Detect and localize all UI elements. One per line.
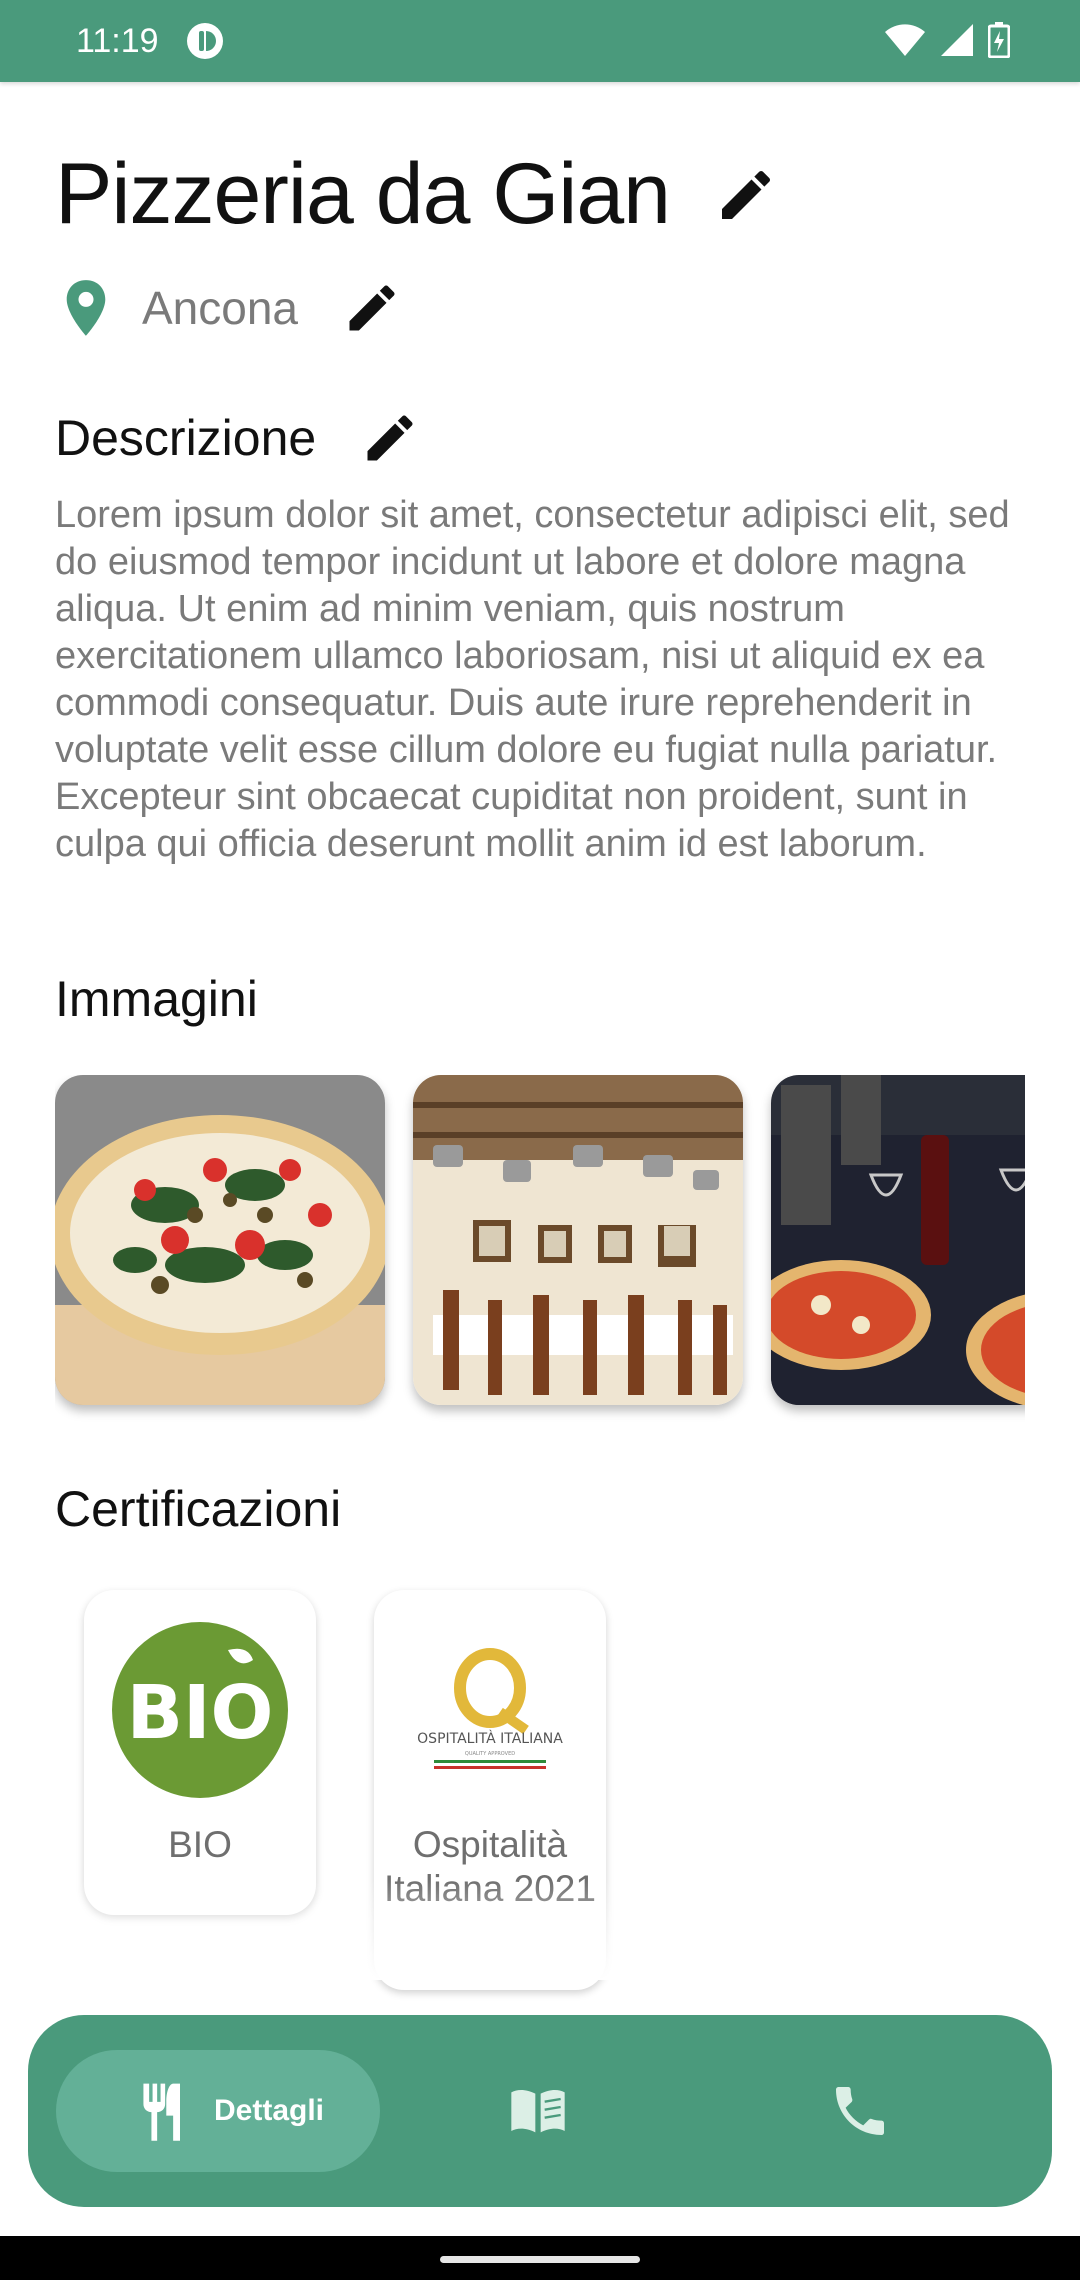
bottom-navigation: Dettagli [28, 2015, 1052, 2207]
scroll-fade [0, 1880, 1080, 1980]
restaurant-name: Pizzeria da Gian [55, 146, 671, 242]
dining-room-photo[interactable] [413, 1075, 743, 1405]
nav-label-dettagli: Dettagli [214, 2094, 325, 2127]
location-text: Ancona [142, 282, 299, 334]
wifi-icon [885, 24, 925, 56]
signal-icon [941, 24, 973, 56]
restaurant-icon [143, 2083, 180, 2141]
svg-text:QUALITY APPROVED: QUALITY APPROVED [465, 1751, 515, 1757]
certification-card-bio[interactable]: BIO BIO [84, 1590, 316, 1915]
description-title: Descrizione [55, 410, 317, 466]
location-row: Ancona [60, 278, 402, 338]
nav-item-dettagli[interactable]: Dettagli [56, 2050, 380, 2172]
system-navigation-bar [0, 2236, 1080, 2280]
image-gallery[interactable] [55, 1075, 1025, 1435]
table-pizzas-photo[interactable] [771, 1075, 1025, 1405]
certification-label-bio: BIO [168, 1824, 232, 1865]
description-text: Lorem ipsum dolor sit amet, consectetur … [55, 494, 1010, 865]
ospitalita-italiana-logo: OSPITALITÀ ITALIANA QUALITY APPROVED [417, 1648, 563, 1769]
svg-text:OSPITALITÀ ITALIANA: OSPITALITÀ ITALIANA [417, 1730, 563, 1747]
pizza-photo[interactable] [55, 1075, 385, 1405]
images-title: Immagini [55, 971, 258, 1027]
menu-book-icon[interactable] [506, 2079, 570, 2143]
certifications-title: Certificazioni [55, 1481, 342, 1537]
edit-description-icon[interactable] [360, 408, 420, 468]
svg-text:BIO: BIO [127, 1670, 274, 1756]
app-notification-icon [187, 23, 223, 59]
home-indicator[interactable] [440, 2256, 640, 2263]
location-pin-icon [66, 280, 106, 336]
description-header: Descrizione [55, 408, 420, 468]
title-row: Pizzeria da Gian [55, 145, 778, 244]
phone-icon[interactable] [828, 2079, 892, 2143]
status-bar: 11:19 [0, 0, 1080, 82]
bio-logo: BIO [112, 1622, 288, 1798]
battery-icon [988, 22, 1010, 58]
status-time: 11:19 [76, 22, 159, 60]
edit-name-icon[interactable] [714, 163, 778, 227]
edit-location-icon[interactable] [342, 278, 402, 338]
